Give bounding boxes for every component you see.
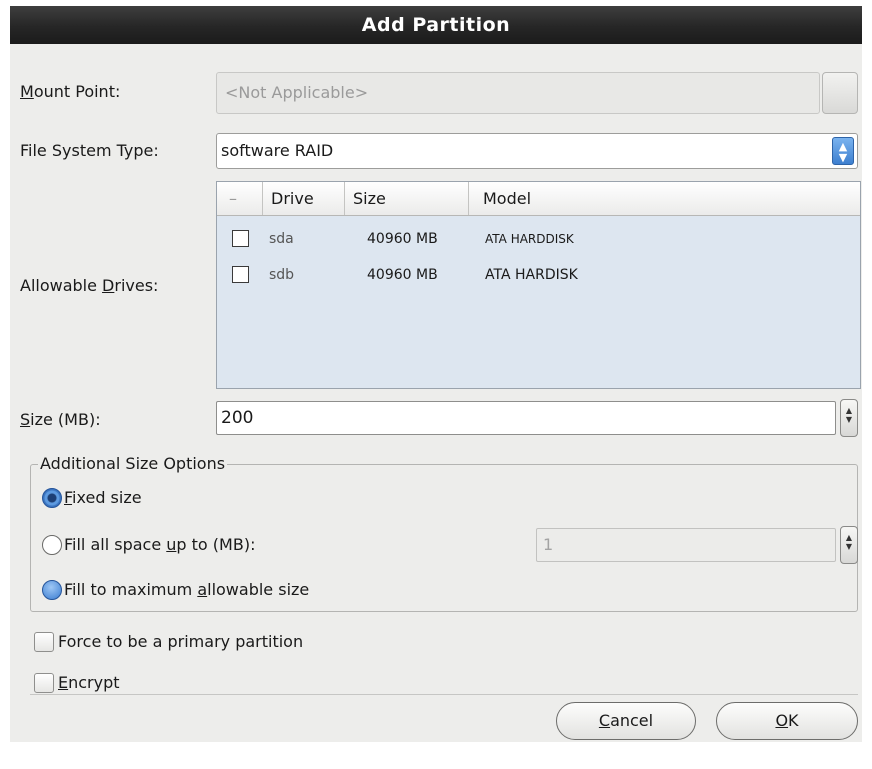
fs-type-combo[interactable]: software RAID ▲ ▼ <box>216 133 858 169</box>
fs-type-value: software RAID <box>221 141 334 160</box>
updown-arrows-icon[interactable]: ▲ ▼ <box>832 137 854 165</box>
drives-table-header: – Drive Size Model <box>217 182 860 216</box>
fixed-size-radio[interactable] <box>42 488 62 508</box>
add-partition-dialog: Add Partition Mount Point: <Not Applicab… <box>10 6 862 742</box>
drive-model: ATA HARDDISK <box>485 232 574 246</box>
table-row[interactable]: sdb 40960 MB ATA HARDISK <box>217 258 860 292</box>
fill-upto-spin-button[interactable]: ▲ ▼ <box>840 526 858 564</box>
fill-max-radio[interactable] <box>42 580 62 600</box>
drive-name: sda <box>269 231 294 247</box>
encrypt-rest: ncrypt <box>68 673 120 692</box>
cancel-rest: ancel <box>610 711 654 730</box>
fill-upto-input[interactable]: 1 <box>536 528 836 562</box>
spin-down-icon: ▼ <box>845 542 853 551</box>
encrypt-checkbox[interactable] <box>34 673 54 693</box>
fill-max-rest: llowable size <box>207 580 310 599</box>
mount-point-label: Mount Point: <box>20 82 120 102</box>
size-label: Size (MB): <box>20 410 101 430</box>
column-header-select[interactable]: – <box>217 182 263 215</box>
dialog-title: Add Partition <box>10 6 862 44</box>
drive-model: ATA HARDISK <box>485 267 578 283</box>
primary-partition-checkbox[interactable] <box>34 632 54 652</box>
drives-label-mnemonic: D <box>102 276 115 295</box>
drives-label-rest: rives: <box>114 276 159 295</box>
cancel-mnemonic: C <box>598 711 611 730</box>
fixed-size-mnemonic: F <box>64 488 73 507</box>
size-label-rest: ize (MB): <box>30 410 101 429</box>
spin-down-icon: ▼ <box>845 415 853 424</box>
ok-button[interactable]: OK <box>716 702 858 740</box>
fill-max-label[interactable]: Fill to maximum allowable size <box>64 580 309 600</box>
primary-partition-label[interactable]: Force to be a primary partition <box>58 632 303 652</box>
button-separator <box>30 694 858 695</box>
column-header-size[interactable]: Size <box>345 182 469 215</box>
fill-max-prefix: Fill to maximum <box>64 580 198 599</box>
drive-checkbox[interactable] <box>232 230 249 247</box>
mount-point-mnemonic: M <box>20 82 34 101</box>
fill-upto-prefix: Fill all space <box>64 535 167 554</box>
mount-point-dropdown-button[interactable] <box>822 72 858 114</box>
size-options-title: Additional Size Options <box>38 454 228 474</box>
mount-point-field[interactable]: <Not Applicable> <box>216 72 820 114</box>
size-label-mnemonic: S <box>20 410 31 429</box>
column-header-drive[interactable]: Drive <box>263 182 345 215</box>
spin-up-icon: ▲ <box>845 533 853 542</box>
drive-size: 40960 MB <box>367 231 438 247</box>
drives-table[interactable]: – Drive Size Model sda 40960 MB ATA HARD… <box>216 181 861 389</box>
drive-size: 40960 MB <box>367 267 438 283</box>
cancel-button[interactable]: Cancel <box>556 702 696 740</box>
fill-upto-radio[interactable] <box>42 535 62 555</box>
fill-upto-mnemonic: u <box>166 535 177 554</box>
fixed-size-rest: ixed size <box>72 488 142 507</box>
spin-up-icon: ▲ <box>845 406 853 415</box>
column-header-model[interactable]: Model <box>469 182 860 215</box>
allowable-drives-label: Allowable Drives: <box>20 276 158 296</box>
size-spin-button[interactable]: ▲ ▼ <box>840 399 858 437</box>
encrypt-label[interactable]: Encrypt <box>58 673 120 693</box>
fill-max-mnemonic: a <box>197 580 208 599</box>
drives-label-prefix: Allowable <box>20 276 103 295</box>
ok-mnemonic: O <box>775 711 789 730</box>
mount-point-label-rest: ount Point: <box>33 82 121 101</box>
ok-rest: K <box>788 711 799 730</box>
fill-upto-rest: p to (MB): <box>176 535 256 554</box>
fill-upto-label[interactable]: Fill all space up to (MB): <box>64 535 255 555</box>
fs-type-label: File System Type: <box>20 141 159 160</box>
drive-name: sdb <box>269 267 295 283</box>
size-input[interactable]: 200 <box>216 401 836 435</box>
fixed-size-label[interactable]: Fixed size <box>64 488 142 508</box>
drive-checkbox[interactable] <box>232 266 249 283</box>
encrypt-mnemonic: E <box>58 673 69 692</box>
table-row[interactable]: sda 40960 MB ATA HARDDISK <box>217 222 860 256</box>
